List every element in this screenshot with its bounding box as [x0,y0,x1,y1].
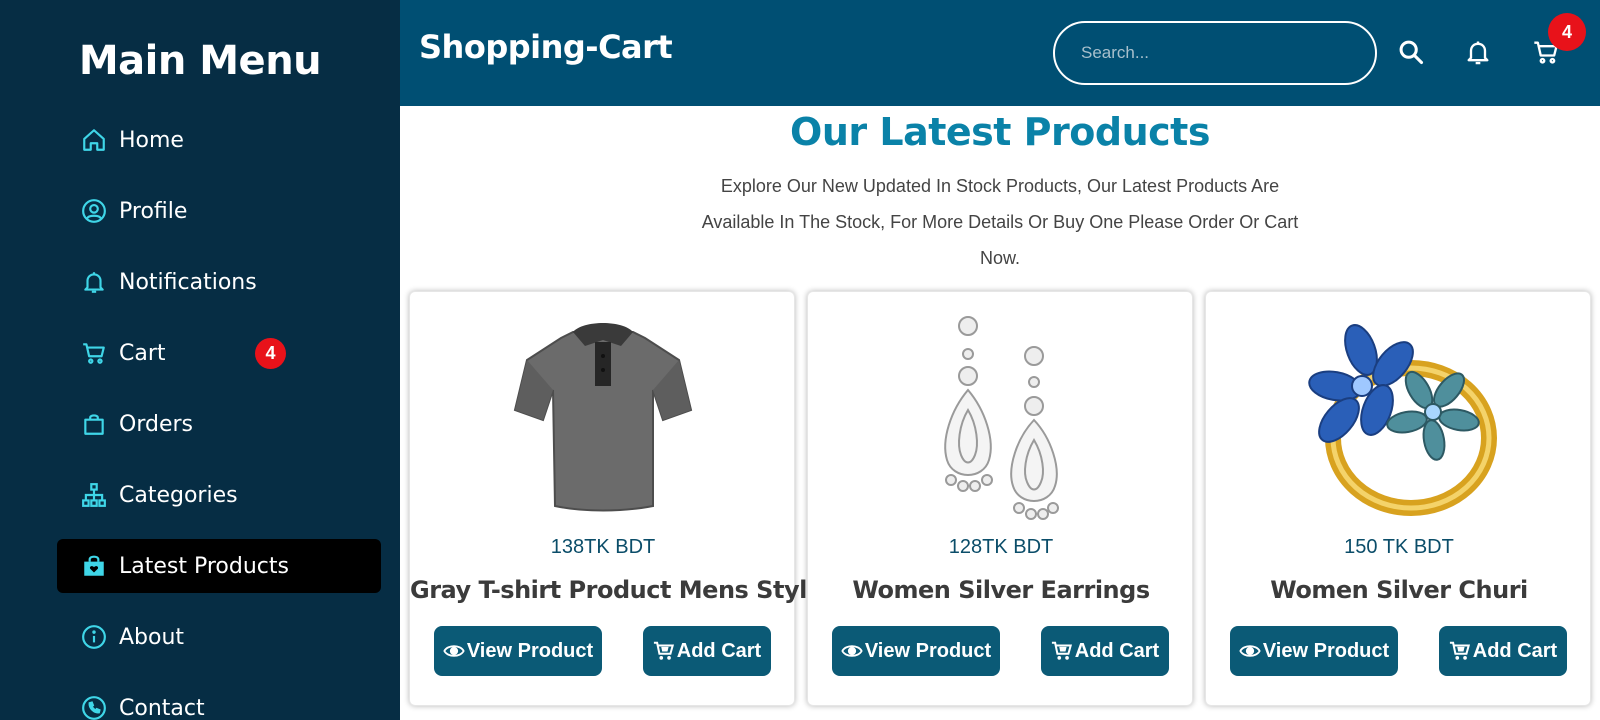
add-cart-label: Add Cart [1472,639,1558,662]
eye-icon [841,645,863,657]
home-icon [81,127,107,153]
sidebar-item-label: Home [119,127,184,153]
shopping-bag-heart-icon [81,553,107,579]
search-input[interactable] [1053,21,1377,85]
product-image-silver-earrings [901,310,1101,520]
sidebar-item-profile[interactable]: Profile [57,184,381,238]
product-card: 138TK BDT Gray T-shirt Product Mens Styl… [409,291,848,706]
view-product-label: View Product [466,639,594,662]
sidebar: Main Menu Home Profile Notifications Car… [0,0,400,720]
view-product-label: View Product [1262,639,1390,662]
user-circle-icon [81,198,107,224]
product-card: 150 TK BDT Women Silver Churi View Produ… [1205,291,1591,706]
product-card: 128TK BDT Women Silver Earrings View Pro… [807,291,1193,706]
cart-count-badge: 4 [255,338,286,369]
cart-icon [81,340,107,366]
product-price: 150 TK BDT [1344,536,1454,558]
sidebar-item-label: Profile [119,198,188,224]
add-cart-label: Add Cart [1074,639,1160,662]
cart-plus-icon [1051,641,1072,660]
top-header: Shopping-Cart 4 [400,0,1600,106]
view-product-button[interactable]: View Product [434,626,602,676]
sidebar-item-about[interactable]: About [57,610,381,664]
view-product-button[interactable]: View Product [832,626,1000,676]
sidebar-item-categories[interactable]: Categories [57,468,381,522]
eye-icon [1239,645,1261,657]
view-product-label: View Product [864,639,992,662]
product-name: Women Silver Churi [1270,576,1528,604]
bell-icon [81,269,107,295]
sidebar-item-label: Notifications [119,269,257,295]
cart-plus-icon [653,641,674,660]
sidebar-item-label: Cart [119,340,166,366]
sidebar-item-contact[interactable]: Contact [57,681,381,720]
product-name: Gray T-shirt Product Mens Styling [410,576,848,604]
sidebar-item-cart[interactable]: Cart 4 [57,326,381,380]
add-cart-button[interactable]: Add Cart [1041,626,1169,676]
view-product-button[interactable]: View Product [1230,626,1398,676]
sidebar-title: Main Menu [78,38,322,84]
sidebar-item-label: About [119,624,185,650]
cart-plus-icon [1449,641,1470,660]
product-image-gold-flower-ring [1299,310,1499,520]
sidebar-item-home[interactable]: Home [57,113,381,167]
eye-icon [443,645,465,657]
product-price: 128TK BDT [948,536,1054,558]
sidebar-item-label: Orders [119,411,193,437]
search-icon[interactable] [1395,36,1427,68]
sidebar-item-label: Categories [119,482,238,508]
sitemap-icon [81,482,107,508]
shopping-bag-icon [81,411,107,437]
sidebar-item-latest-products[interactable]: Latest Products [57,539,381,593]
add-cart-button[interactable]: Add Cart [1439,626,1567,676]
info-circle-icon [81,624,107,650]
page-title: Our Latest Products [790,110,1210,154]
add-cart-label: Add Cart [676,639,762,662]
product-price: 138TK BDT [550,536,656,558]
add-cart-button[interactable]: Add Cart [643,626,771,676]
header-title: Shopping-Cart [419,28,673,66]
cart-count-badge: 4 [1548,13,1586,51]
sidebar-item-orders[interactable]: Orders [57,397,381,451]
phone-icon [81,695,107,720]
page-description: Explore Our New Updated In Stock Product… [701,176,1299,268]
sidebar-item-label: Contact [119,695,205,720]
bell-icon[interactable] [1462,36,1494,68]
sidebar-item-notifications[interactable]: Notifications [57,255,381,309]
product-image-gray-polo-shirt [503,310,703,520]
product-name: Women Silver Earrings [852,576,1150,604]
sidebar-item-label: Latest Products [119,553,289,579]
